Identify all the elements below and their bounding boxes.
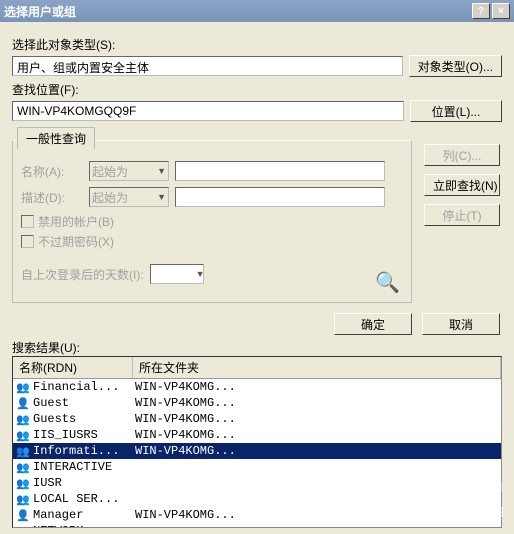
name-label: 名称(A): <box>21 163 83 180</box>
group-icon <box>15 523 31 528</box>
group-icon <box>15 459 31 475</box>
row-name: IIS_IUSRS <box>33 428 135 442</box>
location-field[interactable]: WIN-VP4KOMGQQ9F <box>12 101 404 121</box>
object-type-field[interactable]: 用户、组或内置安全主体 <box>12 56 403 76</box>
group-icon <box>15 475 31 491</box>
row-name: Manager <box>33 508 135 522</box>
close-button[interactable]: × <box>492 3 510 19</box>
row-folder: WIN-VP4KOMG... <box>135 444 499 458</box>
side-buttons: 列(C)... 立即查找(N) 停止(T) <box>424 144 500 226</box>
list-item[interactable]: INTERACTIVE <box>13 459 501 475</box>
user-icon <box>15 507 31 523</box>
disabled-accounts-label: 禁用的帐户(B) <box>38 213 114 230</box>
row-name: Informati... <box>33 444 135 458</box>
nonexpiring-password-checkbox[interactable] <box>21 235 34 248</box>
list-item[interactable]: IIS_IUSRSWIN-VP4KOMG... <box>13 427 501 443</box>
results-list[interactable]: 名称(RDN) 所在文件夹 Financial...WIN-VP4KOMG...… <box>12 356 502 528</box>
col-name-header[interactable]: 名称(RDN) <box>13 357 133 378</box>
row-folder: WIN-VP4KOMG... <box>135 412 499 426</box>
user-icon <box>15 395 31 411</box>
row-folder: WIN-VP4KOMG... <box>135 508 499 522</box>
common-query-group: 一般性查询 名称(A): 起始为 ▼ 描述(D): 起始为 ▼ <box>12 140 412 303</box>
dialog-content: 选择此对象类型(S): 用户、组或内置安全主体 对象类型(O)... 查找位置(… <box>0 22 514 534</box>
locations-button[interactable]: 位置(L)... <box>410 100 502 122</box>
group-icon <box>15 411 31 427</box>
desc-match-value: 起始为 <box>92 189 128 206</box>
list-item[interactable]: Informati...WIN-VP4KOMG... <box>13 443 501 459</box>
list-item[interactable]: NETWORK <box>13 523 501 528</box>
row-name: NETWORK <box>33 524 135 528</box>
object-type-label: 选择此对象类型(S): <box>12 36 502 53</box>
list-item[interactable]: LOCAL SER... <box>13 491 501 507</box>
row-name: Financial... <box>33 380 135 394</box>
chevron-down-icon: ▼ <box>157 166 166 176</box>
columns-button[interactable]: 列(C)... <box>424 144 500 166</box>
name-match-value: 起始为 <box>92 163 128 180</box>
chevron-down-icon: ▼ <box>157 192 166 202</box>
name-input[interactable] <box>175 161 385 181</box>
group-icon <box>15 491 31 507</box>
group-icon <box>15 443 31 459</box>
help-button[interactable]: ? <box>472 3 490 19</box>
desc-match-select[interactable]: 起始为 ▼ <box>89 187 169 207</box>
list-item[interactable]: GuestsWIN-VP4KOMG... <box>13 411 501 427</box>
list-item[interactable]: GuestWIN-VP4KOMG... <box>13 395 501 411</box>
stop-button[interactable]: 停止(T) <box>424 204 500 226</box>
row-name: Guest <box>33 396 135 410</box>
cancel-button[interactable]: 取消 <box>422 313 500 335</box>
days-since-label: 自上次登录后的天数(I): <box>21 266 144 283</box>
search-icon: 🔍 <box>375 270 403 294</box>
row-name: LOCAL SER... <box>33 492 135 506</box>
results-header: 名称(RDN) 所在文件夹 <box>13 357 501 379</box>
nonexpiring-password-label: 不过期密码(X) <box>38 233 114 250</box>
col-folder-header[interactable]: 所在文件夹 <box>133 357 501 378</box>
desc-label: 描述(D): <box>21 189 83 206</box>
row-folder: WIN-VP4KOMG... <box>135 396 499 410</box>
list-item[interactable]: IUSR <box>13 475 501 491</box>
row-name: INTERACTIVE <box>33 460 135 474</box>
group-icon <box>15 379 31 395</box>
row-name: Guests <box>33 412 135 426</box>
titlebar: 选择用户或组 ? × <box>0 0 514 22</box>
name-match-select[interactable]: 起始为 ▼ <box>89 161 169 181</box>
desc-input[interactable] <box>175 187 385 207</box>
list-item[interactable]: ManagerWIN-VP4KOMG... <box>13 507 501 523</box>
search-now-button[interactable]: 立即查找(N) <box>424 174 500 196</box>
disabled-accounts-checkbox[interactable] <box>21 215 34 228</box>
results-body: Financial...WIN-VP4KOMG...GuestWIN-VP4KO… <box>13 379 501 528</box>
common-query-tab[interactable]: 一般性查询 <box>17 127 95 149</box>
object-types-button[interactable]: 对象类型(O)... <box>409 55 502 77</box>
row-folder: WIN-VP4KOMG... <box>135 380 499 394</box>
row-folder: WIN-VP4KOMG... <box>135 428 499 442</box>
row-name: IUSR <box>33 476 135 490</box>
results-label: 搜索结果(U): <box>12 339 502 356</box>
location-label: 查找位置(F): <box>12 81 502 98</box>
ok-button[interactable]: 确定 <box>334 313 412 335</box>
list-item[interactable]: Financial...WIN-VP4KOMG... <box>13 379 501 395</box>
chevron-down-icon: ▼ <box>196 269 205 279</box>
window-title: 选择用户或组 <box>4 3 472 20</box>
group-icon <box>15 427 31 443</box>
